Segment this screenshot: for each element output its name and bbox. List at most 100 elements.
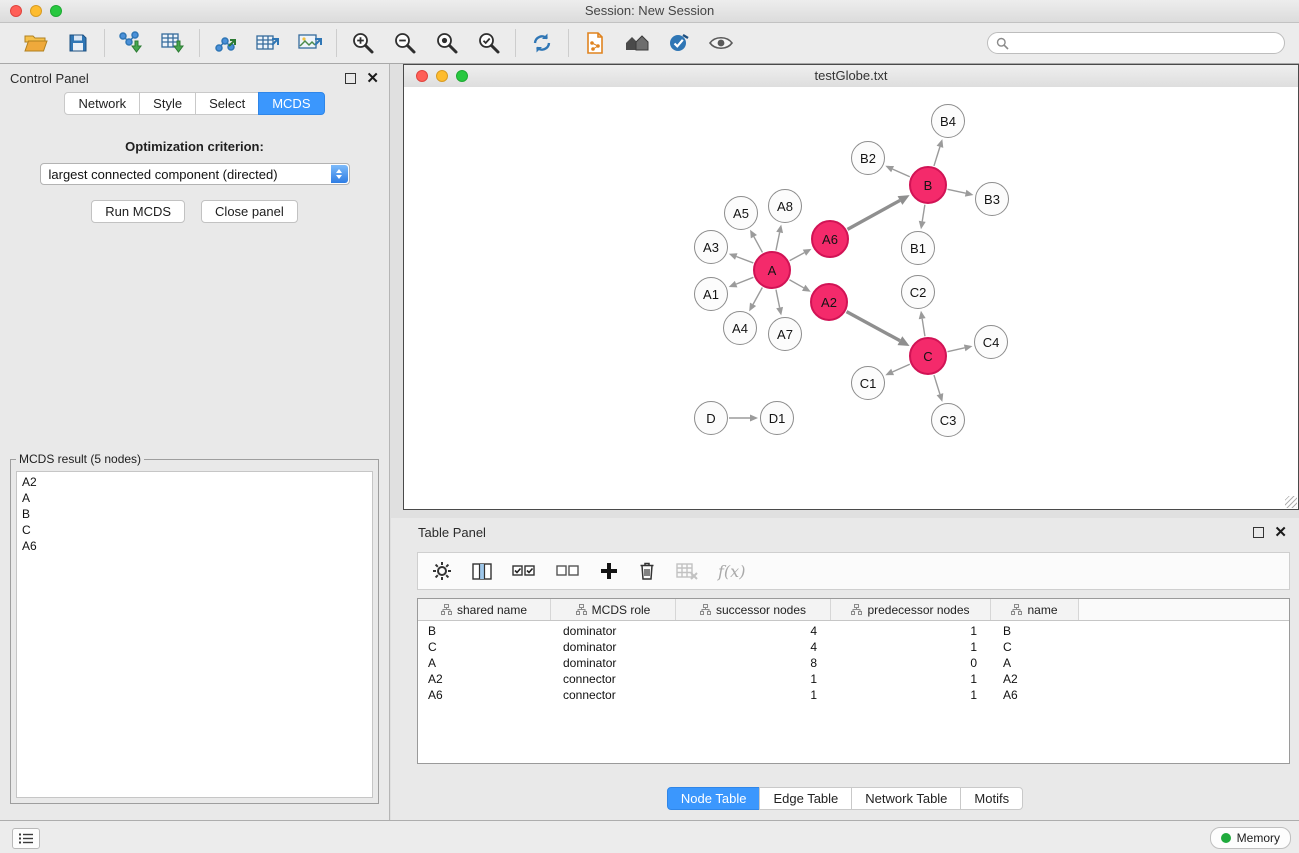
table-tab-network-table[interactable]: Network Table [851, 787, 961, 810]
table-row-a[interactable]: Adominator80A [418, 655, 1289, 671]
graph-node-A8[interactable]: A8 [768, 189, 802, 223]
show-column-icon[interactable] [472, 563, 492, 580]
resize-grip-icon[interactable] [1285, 496, 1297, 508]
maximize-window-button[interactable] [50, 5, 62, 17]
float-panel-icon[interactable] [345, 73, 356, 84]
close-panel-button[interactable]: Close panel [201, 200, 298, 223]
open-session-icon[interactable] [22, 29, 50, 57]
column-header-successor-nodes[interactable]: successor nodes [676, 599, 831, 620]
edge-A6-B[interactable] [848, 200, 900, 229]
table-row-b[interactable]: Bdominator41B [418, 623, 1289, 639]
search-input[interactable] [1014, 35, 1276, 52]
graph-node-A5[interactable]: A5 [724, 196, 758, 230]
graph-node-C2[interactable]: C2 [901, 275, 935, 309]
mcds-result-item-a[interactable]: A [22, 490, 367, 506]
export-image-icon[interactable] [296, 29, 324, 57]
graph-node-B3[interactable]: B3 [975, 182, 1009, 216]
edge-B-B2[interactable] [893, 169, 910, 177]
graph-node-A7[interactable]: A7 [768, 317, 802, 351]
edge-B-B1[interactable] [922, 205, 925, 222]
table-row-a2[interactable]: A2connector11A2 [418, 671, 1289, 687]
zoom-out-icon[interactable] [391, 29, 419, 57]
close-panel-icon[interactable]: ✕ [366, 71, 379, 86]
task-history-button[interactable] [12, 828, 40, 849]
edge-A-A6[interactable] [790, 253, 805, 261]
edge-A2-C[interactable] [847, 312, 900, 341]
network-maximize-button[interactable] [456, 70, 468, 82]
style-check-icon[interactable] [665, 29, 693, 57]
home-icon[interactable] [623, 29, 651, 57]
search-field[interactable] [987, 32, 1285, 54]
table-settings-icon[interactable] [432, 561, 452, 581]
optimization-criterion-dropdown[interactable]: largest connected component (directed) [40, 163, 350, 185]
column-header-MCDS-role[interactable]: MCDS role [551, 599, 676, 620]
mcds-result-item-a6[interactable]: A6 [22, 538, 367, 554]
save-session-icon[interactable] [64, 29, 92, 57]
network-window-titlebar[interactable]: testGlobe.txt [404, 65, 1298, 88]
edge-A-A7[interactable] [776, 290, 780, 308]
graph-node-A[interactable]: A [753, 251, 791, 289]
network-close-button[interactable] [416, 70, 428, 82]
edge-A-A1[interactable] [736, 277, 753, 284]
tab-style[interactable]: Style [139, 92, 196, 115]
graph-node-C3[interactable]: C3 [931, 403, 965, 437]
close-window-button[interactable] [10, 5, 22, 17]
run-mcds-button[interactable]: Run MCDS [91, 200, 185, 223]
column-header-name[interactable]: name [991, 599, 1079, 620]
table-tab-edge-table[interactable]: Edge Table [759, 787, 852, 810]
graph-node-B2[interactable]: B2 [851, 141, 885, 175]
mcds-result-item-b[interactable]: B [22, 506, 367, 522]
column-header-predecessor-nodes[interactable]: predecessor nodes [831, 599, 991, 620]
graph-node-A6[interactable]: A6 [811, 220, 849, 258]
float-table-panel-icon[interactable] [1253, 527, 1264, 538]
mcds-result-item-c[interactable]: C [22, 522, 367, 538]
graph-node-A1[interactable]: A1 [694, 277, 728, 311]
network-canvas[interactable]: B4B2BB3A5A8A6A3AB1A1A2C2A4A7C4CC1DD1C3 [404, 87, 1298, 509]
graph-node-B1[interactable]: B1 [901, 231, 935, 265]
edge-A-A5[interactable] [754, 237, 763, 253]
graph-node-B4[interactable]: B4 [931, 104, 965, 138]
import-network-icon[interactable] [117, 29, 145, 57]
tab-select[interactable]: Select [195, 92, 259, 115]
zoom-in-icon[interactable] [349, 29, 377, 57]
graph-node-C4[interactable]: C4 [974, 325, 1008, 359]
table-tab-motifs[interactable]: Motifs [960, 787, 1023, 810]
edge-C-C2[interactable] [922, 319, 925, 337]
tab-network[interactable]: Network [64, 92, 140, 115]
graph-node-B[interactable]: B [909, 166, 947, 204]
memory-button[interactable]: Memory [1210, 827, 1291, 849]
edge-B-B4[interactable] [934, 147, 940, 166]
graph-node-C1[interactable]: C1 [851, 366, 885, 400]
network-document-icon[interactable] [581, 29, 609, 57]
export-network-icon[interactable] [212, 29, 240, 57]
close-table-panel-icon[interactable]: ✕ [1274, 525, 1287, 540]
graph-node-A2[interactable]: A2 [810, 283, 848, 321]
edge-C-C1[interactable] [893, 364, 910, 372]
mcds-result-item-a2[interactable]: A2 [22, 474, 367, 490]
graph-node-A3[interactable]: A3 [694, 230, 728, 264]
edge-A-A4[interactable] [753, 288, 762, 305]
mcds-result-list[interactable]: A2ABCA6 [16, 471, 373, 798]
zoom-fit-icon[interactable] [433, 29, 461, 57]
network-minimize-button[interactable] [436, 70, 448, 82]
minimize-window-button[interactable] [30, 5, 42, 17]
function-builder-icon[interactable]: f(x) [718, 562, 745, 581]
eye-icon[interactable] [707, 29, 735, 57]
edge-A-A3[interactable] [736, 257, 753, 263]
unselect-all-icon[interactable] [556, 563, 580, 579]
delete-row-icon[interactable] [638, 561, 656, 581]
graph-node-A4[interactable]: A4 [723, 311, 757, 345]
edge-C-C4[interactable] [948, 348, 965, 352]
table-row-c[interactable]: Cdominator41C [418, 639, 1289, 655]
table-tab-node-table[interactable]: Node Table [667, 787, 761, 810]
add-row-icon[interactable] [600, 562, 618, 580]
refresh-icon[interactable] [528, 29, 556, 57]
graph-node-D[interactable]: D [694, 401, 728, 435]
tab-mcds[interactable]: MCDS [258, 92, 324, 115]
graph-node-C[interactable]: C [909, 337, 947, 375]
delete-table-icon[interactable] [676, 563, 698, 580]
edge-A-A2[interactable] [789, 280, 803, 288]
edge-A-A8[interactable] [776, 232, 780, 250]
export-table-icon[interactable] [254, 29, 282, 57]
zoom-selected-icon[interactable] [475, 29, 503, 57]
